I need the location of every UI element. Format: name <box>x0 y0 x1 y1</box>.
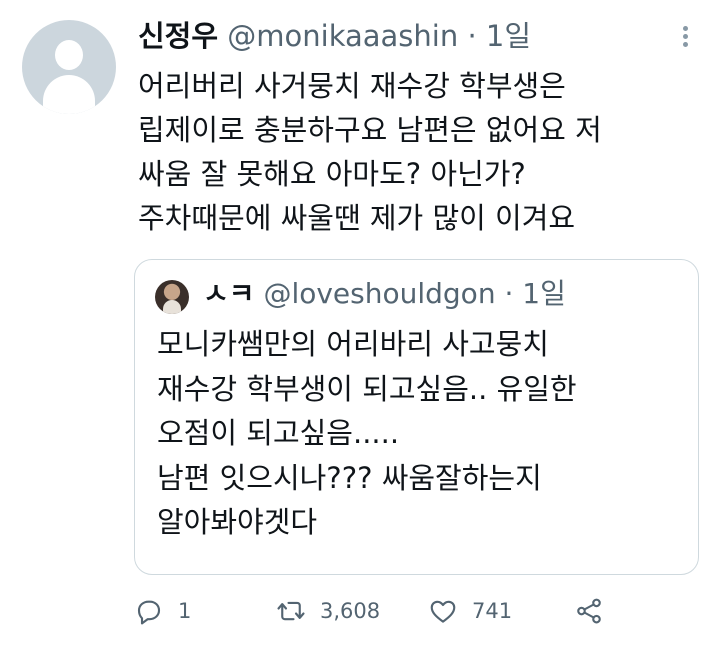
retweet-button[interactable]: 3,608 <box>276 594 380 628</box>
share-icon <box>577 598 601 624</box>
author-name[interactable]: 신정우 <box>138 19 218 53</box>
quoted-author-avatar <box>155 280 189 314</box>
like-count: 741 <box>472 599 513 623</box>
tweet-action-bar: 1 3,608 741 <box>134 594 614 628</box>
retweet-icon <box>277 601 305 621</box>
default-avatar-body <box>43 75 95 114</box>
tweet-text-line: 주차때문에 싸울땐 제가 많이 이겨요 <box>138 201 576 235</box>
quoted-tweet-text: 모니카쌤만의 어리바리 사고뭉치 재수강 학부생이 되고싶음.. 유일한 오점이… <box>157 322 687 545</box>
quoted-text-line: 남편 잇으시나??? 싸움잘하는지 <box>157 460 542 495</box>
quoted-header-separator: · <box>504 277 514 310</box>
more-icon[interactable] <box>675 22 695 52</box>
heart-icon <box>430 600 456 623</box>
reply-button[interactable]: 1 <box>134 594 191 628</box>
default-avatar-head <box>55 40 83 70</box>
header-separator: · <box>467 19 477 53</box>
tweet-text-line: 립제이로 충분하구요 남편은 없어요 저 <box>138 113 602 147</box>
author-handle[interactable]: @monikaaashin <box>227 19 458 53</box>
quoted-tweet-timestamp: 1일 <box>522 277 566 310</box>
reply-count: 1 <box>178 599 192 623</box>
share-button[interactable] <box>574 594 604 628</box>
like-button[interactable]: 741 <box>428 594 512 628</box>
tweet-header: 신정우 @monikaaashin · 1일 <box>138 16 531 56</box>
quoted-author-handle: @loveshouldgon <box>263 277 496 310</box>
quoted-text-line: 알아봐야겟다 <box>157 505 318 539</box>
quoted-tweet-header: ㅅㅋ @loveshouldgon · 1일 <box>203 274 566 314</box>
tweet-text-line: 싸움 잘 못해요 아마도? 아닌가? <box>138 157 526 191</box>
quoted-tweet-card[interactable]: ㅅㅋ @loveshouldgon · 1일 모니카쌤만의 어리바리 사고뭉치 … <box>134 259 699 575</box>
reply-icon <box>137 600 161 625</box>
quoted-text-line: 모니카쌤만의 어리바리 사고뭉치 <box>157 327 549 361</box>
tweet-text-line: 어리버리 사거뭉치 재수강 학부생은 <box>138 69 566 103</box>
quoted-author-name: ㅅㅋ <box>203 277 255 310</box>
quoted-text-line: 오점이 되고싶음..... <box>157 416 400 450</box>
retweet-count: 3,608 <box>320 599 381 623</box>
tweet-text: 어리버리 사거뭉치 재수강 학부생은 립제이로 충분하구요 남편은 없어요 저 … <box>138 64 698 240</box>
quoted-text-line: 재수강 학부생이 되고싶음.. 유일한 <box>157 371 577 406</box>
author-avatar[interactable] <box>22 20 116 114</box>
tweet-timestamp[interactable]: 1일 <box>486 19 531 53</box>
